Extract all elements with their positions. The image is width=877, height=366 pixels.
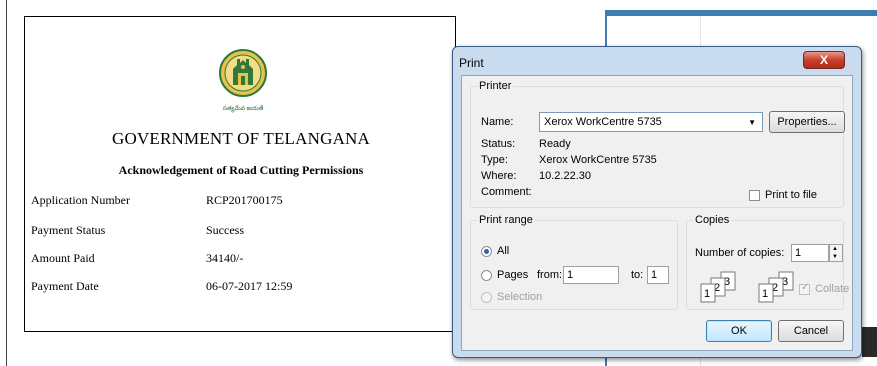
receipt-row-value: 06-07-2017 12:59	[206, 279, 293, 293]
pages-radio[interactable]	[481, 270, 492, 281]
all-label[interactable]: All	[497, 245, 509, 257]
dialog-titlebar[interactable]: Print X	[453, 47, 861, 75]
collate-label[interactable]: Collate	[815, 283, 849, 295]
collate-illustration-icon: 3 2 1 3 2 1	[700, 271, 794, 303]
type-label: Type:	[481, 154, 508, 166]
emblem-caption: సత్యమేవ జయతే	[222, 106, 264, 112]
svg-text:1: 1	[762, 288, 768, 300]
background-window-titlebar	[605, 10, 877, 16]
government-title: GOVERNMENT OF TELANGANA	[111, 129, 371, 148]
spin-down-icon[interactable]: ▼	[832, 254, 838, 260]
all-radio[interactable]	[481, 246, 492, 257]
print-range-group: Print range All Pages from: 1 to: 1 Sele…	[470, 214, 678, 310]
ok-button[interactable]: OK	[706, 320, 772, 342]
status-value: Ready	[539, 138, 571, 150]
close-icon: X	[819, 53, 828, 67]
check-icon: ✓	[801, 282, 810, 293]
copies-group: Copies Number of copies: 1 ▲ ▼ 3 2 1 3 2…	[686, 214, 849, 310]
print-to-file-label[interactable]: Print to file	[765, 189, 817, 201]
cancel-button[interactable]: Cancel	[778, 320, 844, 342]
properties-button[interactable]: Properties...	[769, 111, 845, 133]
receipt-row-value: RCP201700175	[206, 193, 283, 207]
printer-name-select[interactable]: Xerox WorkCentre 5735 ▼	[539, 112, 763, 132]
printer-name-value: Xerox WorkCentre 5735	[544, 116, 662, 128]
comment-label: Comment:	[481, 186, 532, 198]
printer-group-label: Printer	[479, 80, 512, 92]
from-label: from:	[537, 269, 563, 281]
copies-label: Copies	[695, 214, 730, 226]
selection-label[interactable]: Selection	[497, 291, 542, 303]
collate-checkbox[interactable]: ✓	[799, 282, 810, 295]
copies-stepper[interactable]: ▲ ▼	[829, 244, 843, 262]
name-label: Name:	[481, 116, 514, 128]
type-value: Xerox WorkCentre 5735	[539, 154, 657, 166]
background-dark-strip	[862, 327, 877, 357]
dialog-title: Print	[459, 56, 484, 70]
pages-label[interactable]: Pages	[497, 269, 528, 281]
print-range-label: Print range	[479, 214, 533, 226]
svg-text:1: 1	[704, 288, 710, 300]
receipt-row-value: Success	[206, 223, 244, 237]
status-label: Status:	[481, 138, 516, 150]
from-input[interactable]: 1	[563, 266, 619, 284]
to-input[interactable]: 1	[647, 266, 669, 284]
acknowledgement-title: Acknowledgement of Road Cutting Permissi…	[118, 163, 364, 177]
chevron-down-icon: ▼	[748, 118, 756, 127]
dialog-body: Printer Name: Xerox WorkCentre 5735 ▼ Pr…	[461, 75, 853, 351]
spin-up-icon[interactable]: ▲	[832, 246, 838, 252]
acknowledgement-receipt: సత్యమేవ జయతే GOVERNMENT OF TELANGANA Ack…	[24, 16, 456, 332]
receipt-row-value: 34140/-	[206, 251, 244, 265]
number-of-copies-label: Number of copies:	[695, 247, 785, 259]
receipt-row-label: Amount Paid	[31, 251, 95, 265]
selection-radio[interactable]	[481, 292, 492, 303]
receipt-row-label: Payment Status	[31, 223, 106, 237]
close-button[interactable]: X	[803, 51, 845, 69]
where-label: Where:	[481, 170, 517, 182]
print-dialog: Print X Printer Name: Xerox WorkCentre 5…	[452, 46, 862, 358]
receipt-row-label: Application Number	[31, 193, 130, 207]
printer-group: Printer Name: Xerox WorkCentre 5735 ▼ Pr…	[470, 80, 845, 208]
where-value: 10.2.22.30	[539, 170, 591, 182]
receipt-row-label: Payment Date	[31, 279, 99, 293]
telangana-emblem-icon	[219, 49, 267, 97]
to-label: to:	[631, 269, 644, 281]
copies-input[interactable]: 1	[791, 244, 829, 262]
print-to-file-checkbox[interactable]	[749, 190, 760, 201]
